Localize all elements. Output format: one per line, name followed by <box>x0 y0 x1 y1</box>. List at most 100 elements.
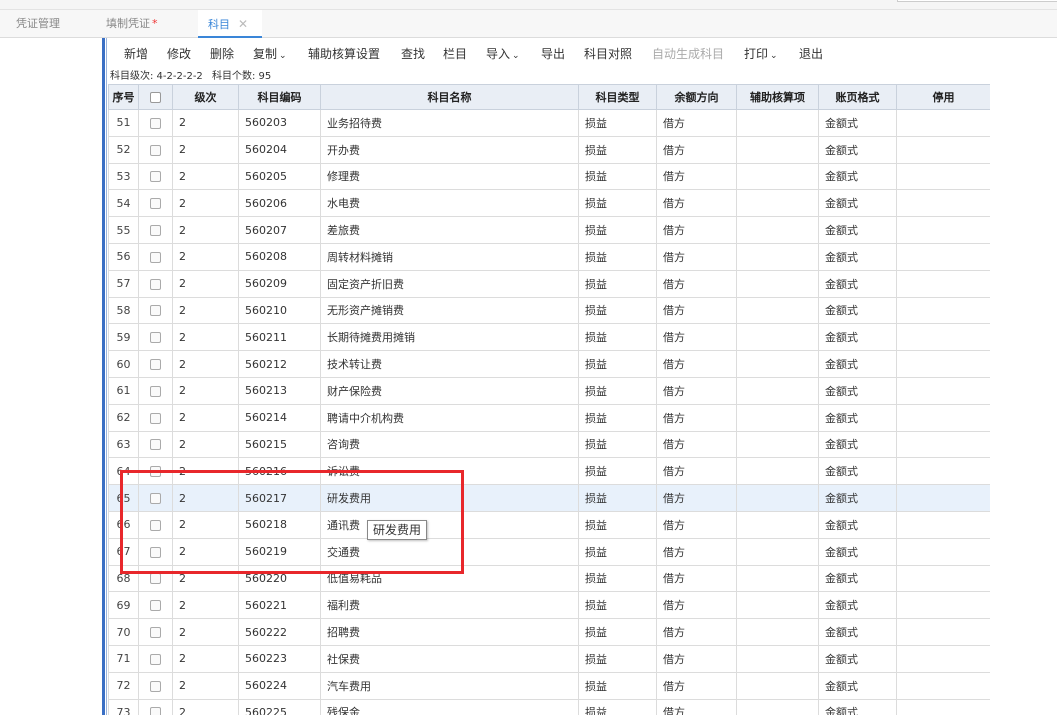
cell-format[interactable]: 金额式 <box>818 189 897 218</box>
cell-code[interactable]: 560224 <box>238 671 321 700</box>
cell-direction[interactable]: 借方 <box>656 537 737 566</box>
cell-code[interactable]: 560212 <box>238 350 321 378</box>
row-checkbox[interactable] <box>150 278 161 290</box>
cell-direction[interactable]: 借方 <box>656 296 737 325</box>
row-checkbox[interactable] <box>150 680 161 692</box>
row-checkbox[interactable] <box>150 171 161 183</box>
cell-checkbox[interactable] <box>138 350 173 378</box>
cell-code[interactable]: 560223 <box>238 644 321 673</box>
row-checkbox[interactable] <box>150 653 161 665</box>
cell-checkbox[interactable] <box>138 242 173 271</box>
aux-setup-button[interactable]: 辅助核算设置 <box>308 40 380 68</box>
compare-button[interactable]: 科目对照 <box>584 40 632 68</box>
cell-checkbox[interactable] <box>138 430 173 459</box>
cell-type[interactable]: 损益 <box>578 510 657 539</box>
col-header-disabled[interactable]: 停用 <box>896 84 990 110</box>
cell-code[interactable]: 560211 <box>238 323 321 352</box>
cell-format[interactable]: 金额式 <box>818 162 897 191</box>
cell-aux[interactable] <box>736 510 819 539</box>
cell-format[interactable]: 金额式 <box>818 537 897 566</box>
cell-no[interactable]: 55 <box>108 216 139 244</box>
exit-button[interactable]: 退出 <box>799 40 823 68</box>
table-row[interactable]: 51 2 560203 业务招待费 损益 借方 金额式 <box>108 109 990 137</box>
row-checkbox[interactable] <box>150 225 161 237</box>
cell-disabled[interactable] <box>896 484 990 512</box>
cell-level[interactable]: 2 <box>172 644 239 673</box>
cell-code[interactable]: 560206 <box>238 189 321 218</box>
cell-checkbox[interactable] <box>138 162 173 191</box>
cell-name[interactable]: 残保金 <box>320 698 579 715</box>
col-header-level[interactable]: 级次 <box>172 84 239 110</box>
cell-level[interactable]: 2 <box>172 216 239 244</box>
cell-type[interactable]: 损益 <box>578 296 657 325</box>
cell-direction[interactable]: 借方 <box>656 242 737 271</box>
cell-no[interactable]: 62 <box>108 403 139 432</box>
row-checkbox[interactable] <box>150 251 161 263</box>
cell-disabled[interactable] <box>896 537 990 566</box>
cell-disabled[interactable] <box>896 457 990 486</box>
cell-checkbox[interactable] <box>138 296 173 325</box>
cell-name[interactable]: 社保费 <box>320 644 579 673</box>
cell-name[interactable]: 招聘费 <box>320 618 579 646</box>
cell-name[interactable]: 汽车费用 <box>320 671 579 700</box>
table-row[interactable]: 73 2 560225 残保金 损益 借方 金额式 <box>108 698 990 715</box>
col-header-code[interactable]: 科目编码 <box>238 84 321 110</box>
cell-format[interactable]: 金额式 <box>818 376 897 405</box>
cell-disabled[interactable] <box>896 189 990 218</box>
find-button[interactable]: 查找 <box>401 40 425 68</box>
cell-checkbox[interactable] <box>138 376 173 405</box>
cell-type[interactable]: 损益 <box>578 242 657 271</box>
cell-code[interactable]: 560204 <box>238 135 321 164</box>
cell-checkbox[interactable] <box>138 323 173 352</box>
row-checkbox[interactable] <box>150 573 161 585</box>
cell-level[interactable]: 2 <box>172 698 239 715</box>
cell-aux[interactable] <box>736 537 819 566</box>
add-button[interactable]: 新增 <box>124 40 148 68</box>
cell-disabled[interactable] <box>896 403 990 432</box>
row-checkbox[interactable] <box>150 600 161 612</box>
tab-fill-voucher[interactable]: 填制凭证 * <box>106 10 158 38</box>
cell-format[interactable]: 金额式 <box>818 135 897 164</box>
cell-direction[interactable]: 借方 <box>656 350 737 378</box>
cell-checkbox[interactable] <box>138 109 173 137</box>
cell-no[interactable]: 72 <box>108 671 139 700</box>
table-row[interactable]: 69 2 560221 福利费 损益 借方 金额式 <box>108 591 990 620</box>
cell-disabled[interactable] <box>896 269 990 298</box>
cell-format[interactable]: 金额式 <box>818 403 897 432</box>
cell-direction[interactable]: 借方 <box>656 457 737 486</box>
auto-generate-button[interactable]: 自动生成科目 <box>652 40 724 68</box>
cell-level[interactable]: 2 <box>172 350 239 378</box>
row-checkbox[interactable] <box>150 385 161 397</box>
table-row[interactable]: 56 2 560208 周转材料摊销 损益 借方 金额式 <box>108 242 990 271</box>
cell-no[interactable]: 60 <box>108 350 139 378</box>
cell-no[interactable]: 61 <box>108 376 139 405</box>
cell-checkbox[interactable] <box>138 189 173 218</box>
cell-checkbox[interactable] <box>138 591 173 620</box>
export-button[interactable]: 导出 <box>541 40 565 68</box>
row-checkbox[interactable] <box>150 117 161 129</box>
cell-direction[interactable]: 借方 <box>656 484 737 512</box>
row-checkbox[interactable] <box>150 305 161 317</box>
tab-voucher-management[interactable]: 凭证管理 <box>16 10 60 38</box>
cell-format[interactable]: 金额式 <box>818 618 897 646</box>
cell-code[interactable]: 560225 <box>238 698 321 715</box>
cell-no[interactable]: 53 <box>108 162 139 191</box>
cell-disabled[interactable] <box>896 109 990 137</box>
cell-no[interactable]: 63 <box>108 430 139 459</box>
cell-code[interactable]: 560207 <box>238 216 321 244</box>
cell-aux[interactable] <box>736 376 819 405</box>
cell-level[interactable]: 2 <box>172 323 239 352</box>
cell-direction[interactable]: 借方 <box>656 671 737 700</box>
table-row[interactable]: 55 2 560207 差旅费 损益 借方 金额式 <box>108 216 990 244</box>
col-header-name[interactable]: 科目名称 <box>320 84 579 110</box>
cell-checkbox[interactable] <box>138 618 173 646</box>
cell-checkbox[interactable] <box>138 644 173 673</box>
cell-aux[interactable] <box>736 189 819 218</box>
cell-aux[interactable] <box>736 671 819 700</box>
cell-disabled[interactable] <box>896 644 990 673</box>
cell-aux[interactable] <box>736 618 819 646</box>
cell-format[interactable]: 金额式 <box>818 671 897 700</box>
cell-type[interactable]: 损益 <box>578 618 657 646</box>
cell-aux[interactable] <box>736 216 819 244</box>
cell-direction[interactable]: 借方 <box>656 189 737 218</box>
